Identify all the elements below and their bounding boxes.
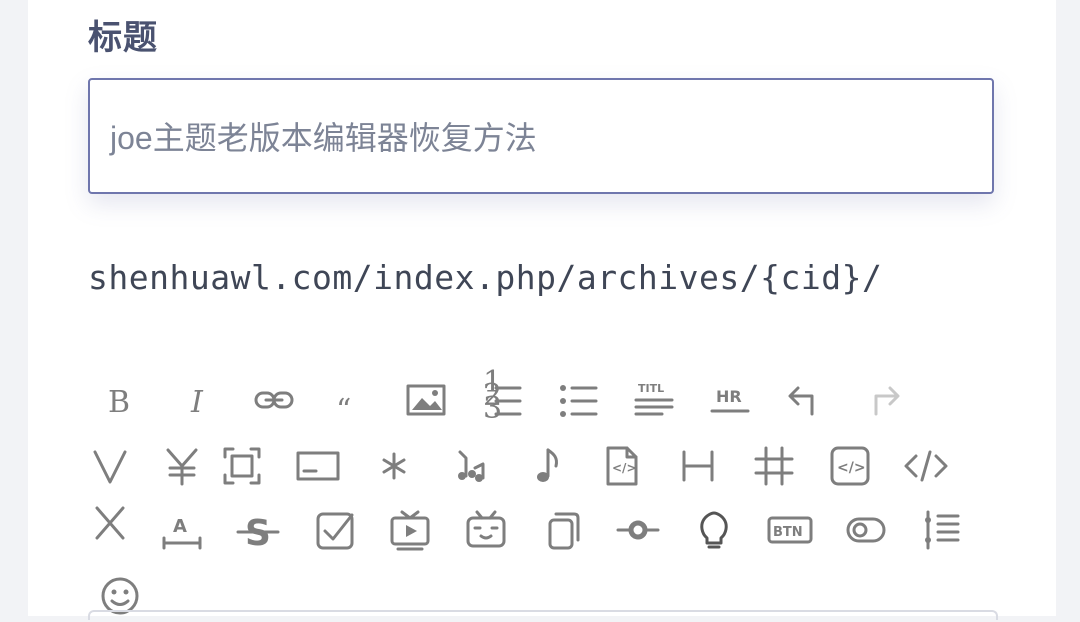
redo-icon bbox=[874, 386, 900, 416]
button-insert-button[interactable]: BTN bbox=[760, 504, 820, 556]
svg-text:</>: </> bbox=[612, 461, 637, 475]
timeline-list-icon bbox=[925, 510, 960, 550]
hr-icon: HR bbox=[710, 387, 750, 413]
bold-button[interactable]: B bbox=[92, 374, 152, 426]
toggle-button[interactable] bbox=[836, 504, 896, 556]
currency-button[interactable] bbox=[152, 440, 212, 492]
hash-button[interactable] bbox=[744, 440, 804, 492]
code-icon bbox=[904, 450, 948, 482]
code-button[interactable] bbox=[896, 440, 956, 492]
v-icon bbox=[93, 450, 127, 484]
editor-toolbar: B I “ 1 2 3 TITL HR </> </> A S BTN bbox=[88, 365, 988, 616]
code-file-icon: </> bbox=[606, 446, 638, 486]
fullscreen-button[interactable] bbox=[212, 440, 272, 492]
svg-text:TITL: TITL bbox=[638, 382, 664, 395]
slug-url: shenhuawl.com/index.php/archives/{cid}/ bbox=[88, 258, 883, 297]
toggle-icon bbox=[846, 517, 886, 543]
x-icon bbox=[95, 506, 125, 540]
bulb-button[interactable] bbox=[684, 504, 744, 556]
music-list-icon bbox=[458, 450, 485, 482]
image-icon bbox=[406, 384, 446, 416]
v-button[interactable] bbox=[80, 440, 140, 492]
timeline-list-button[interactable] bbox=[912, 504, 972, 556]
strikethrough-button[interactable]: S bbox=[228, 504, 288, 556]
code-block-icon: </> bbox=[830, 446, 870, 486]
quote-icon: “ bbox=[336, 393, 351, 428]
heading-button[interactable] bbox=[668, 440, 728, 492]
italic-button[interactable]: I bbox=[168, 374, 228, 426]
svg-text:BTN: BTN bbox=[773, 525, 803, 540]
music-list-button[interactable] bbox=[440, 440, 500, 492]
title-input[interactable]: joe主题老版本编辑器恢复方法 bbox=[88, 78, 994, 194]
video-button[interactable] bbox=[380, 504, 440, 556]
unordered-list-icon bbox=[560, 385, 598, 417]
fullscreen-icon bbox=[223, 447, 261, 485]
text-width-icon: A bbox=[162, 516, 202, 550]
horizontal-rule-button[interactable]: HR bbox=[700, 374, 760, 426]
heading-icon bbox=[682, 450, 714, 482]
music-button[interactable] bbox=[516, 440, 576, 492]
redo-button[interactable] bbox=[852, 374, 912, 426]
bulb-icon bbox=[700, 511, 728, 549]
asterisk-button[interactable] bbox=[364, 440, 424, 492]
undo-icon bbox=[788, 386, 814, 416]
svg-text:B: B bbox=[108, 385, 130, 420]
timeline-dot-button[interactable] bbox=[608, 504, 668, 556]
link-icon bbox=[254, 391, 294, 409]
italic-icon: I bbox=[190, 385, 204, 420]
task-checkbox-icon bbox=[316, 512, 354, 550]
svg-text:I: I bbox=[190, 385, 204, 420]
undo-button[interactable] bbox=[776, 374, 836, 426]
music-note-icon bbox=[537, 448, 558, 482]
task-button[interactable] bbox=[304, 504, 364, 556]
card-icon bbox=[296, 451, 340, 481]
hash-icon bbox=[754, 446, 794, 486]
btn-icon: BTN bbox=[767, 516, 813, 544]
card-button[interactable] bbox=[288, 440, 348, 492]
copy-icon bbox=[548, 512, 580, 550]
ordered-list-button[interactable]: 1 2 3 bbox=[472, 365, 532, 426]
quote-button[interactable]: “ bbox=[320, 374, 380, 428]
text-width-button[interactable]: A bbox=[152, 504, 212, 556]
strikethrough-icon: S bbox=[236, 513, 280, 554]
svg-text:HR: HR bbox=[716, 387, 742, 406]
link-button[interactable] bbox=[244, 374, 304, 426]
asterisk-icon bbox=[382, 452, 406, 480]
bilibili-icon bbox=[466, 510, 506, 548]
code-file-button[interactable]: </> bbox=[592, 440, 652, 492]
bold-icon: B bbox=[108, 385, 130, 420]
timeline-dot-icon bbox=[616, 520, 660, 540]
title-label: 标题 bbox=[88, 18, 158, 58]
svg-text:3: 3 bbox=[483, 391, 502, 426]
svg-text:“: “ bbox=[336, 393, 351, 428]
image-button[interactable] bbox=[396, 374, 456, 426]
x-button[interactable] bbox=[80, 498, 140, 550]
yen-icon bbox=[166, 448, 198, 486]
video-icon bbox=[390, 510, 430, 551]
ordered-list-icon: 1 2 3 bbox=[483, 365, 522, 426]
title-icon: TITL bbox=[634, 382, 674, 416]
title-button[interactable]: TITL bbox=[624, 374, 684, 426]
bilibili-button[interactable] bbox=[456, 504, 516, 556]
copy-button[interactable] bbox=[532, 504, 592, 556]
svg-text:A: A bbox=[173, 516, 187, 537]
code-block-button[interactable]: </> bbox=[820, 440, 880, 492]
title-input-value: joe主题老版本编辑器恢复方法 bbox=[110, 120, 537, 156]
svg-text:</>: </> bbox=[837, 460, 866, 476]
editor-body-edge bbox=[88, 610, 998, 620]
unordered-list-button[interactable] bbox=[548, 374, 608, 426]
